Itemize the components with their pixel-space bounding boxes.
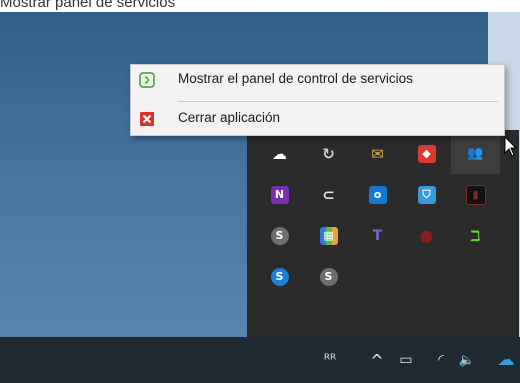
tray-cell[interactable]: ⊂: [304, 174, 353, 215]
top-strip-text: Mostrar panel de servicios: [0, 0, 176, 11]
services-panel-icon: [139, 72, 155, 88]
onenote-icon: N: [270, 185, 289, 204]
top-strip: Mostrar panel de servicios: [0, 0, 520, 12]
skype-gray-2-icon: S: [319, 267, 338, 286]
outlook-icon: o: [368, 185, 387, 204]
mouse-cursor-icon: [504, 136, 518, 157]
battery-icon[interactable]: ▭: [396, 349, 416, 371]
menu-item-show-services-panel[interactable]: Mostrar el panel de control de servicios: [131, 65, 502, 95]
color-blocks-icon: ▦: [319, 226, 338, 245]
dark-app-icon: ▮: [465, 184, 486, 205]
tray-cell[interactable]: S: [304, 256, 353, 297]
defender-shield-icon: ⛉: [417, 185, 436, 204]
usb-drive-icon: ⊂: [322, 185, 335, 204]
teams-people-icon: 👥: [467, 146, 484, 161]
tray-cell[interactable]: ↻: [304, 133, 353, 174]
context-menu: Mostrar el panel de control de servicios…: [130, 64, 505, 136]
tray-cell[interactable]: ℶ: [451, 215, 500, 256]
tray-cell[interactable]: ▦: [304, 215, 353, 256]
tray-cell[interactable]: 👥: [451, 133, 500, 174]
tray-cell[interactable]: N: [255, 174, 304, 215]
menu-separator: [178, 101, 498, 102]
skype-business-icon: S: [270, 267, 289, 286]
tray-cell[interactable]: T: [353, 215, 402, 256]
mail-icon: ✉: [371, 144, 384, 163]
recycle-icon: ↻: [322, 144, 335, 163]
menu-item-close-application[interactable]: Cerrar aplicación: [131, 104, 502, 134]
onedrive-info-icon: ☁: [272, 144, 287, 163]
tray-cell[interactable]: ☁: [255, 133, 304, 174]
tray-cell[interactable]: ✉: [353, 133, 402, 174]
tray-cell[interactable]: ▮: [451, 174, 500, 215]
tray-cell[interactable]: ●: [402, 215, 451, 256]
onedrive-icon[interactable]: ☁: [494, 349, 518, 371]
people-icon[interactable]: ᴿᴿ: [318, 349, 342, 371]
volume-icon[interactable]: 🔈: [455, 349, 479, 371]
tray-cell[interactable]: o: [353, 174, 402, 215]
menu-item-label: Mostrar el panel de control de servicios: [178, 71, 413, 86]
close-app-icon: [140, 112, 154, 126]
tray-icon-grid: ☁ ↻ ✉ ◆ 👥 N ⊂ o ⛉ ▮ S ▦ T ● ℶ S S: [247, 130, 500, 338]
tray-overflow-panel: ☁ ↻ ✉ ◆ 👥 N ⊂ o ⛉ ▮ S ▦ T ● ℶ S S: [247, 130, 519, 337]
tray-cell[interactable]: S: [255, 215, 304, 256]
menu-item-label: Cerrar aplicación: [178, 110, 281, 125]
tray-cell[interactable]: ◆: [402, 133, 451, 174]
chevron-up-icon[interactable]: ^: [368, 349, 386, 371]
tray-cell[interactable]: ⛉: [402, 174, 451, 215]
tray-cell[interactable]: S: [255, 256, 304, 297]
red-circle-icon: ●: [419, 226, 434, 245]
anydesk-icon: ◆: [417, 144, 436, 163]
wifi-icon[interactable]: ◜: [432, 349, 450, 371]
teams-icon: T: [372, 227, 383, 244]
skype-gray-icon: S: [270, 226, 289, 245]
green-app-icon: ℶ: [470, 226, 481, 245]
taskbar: ᴿᴿ ^ ▭ ◜ 🔈 ☁: [0, 337, 520, 383]
